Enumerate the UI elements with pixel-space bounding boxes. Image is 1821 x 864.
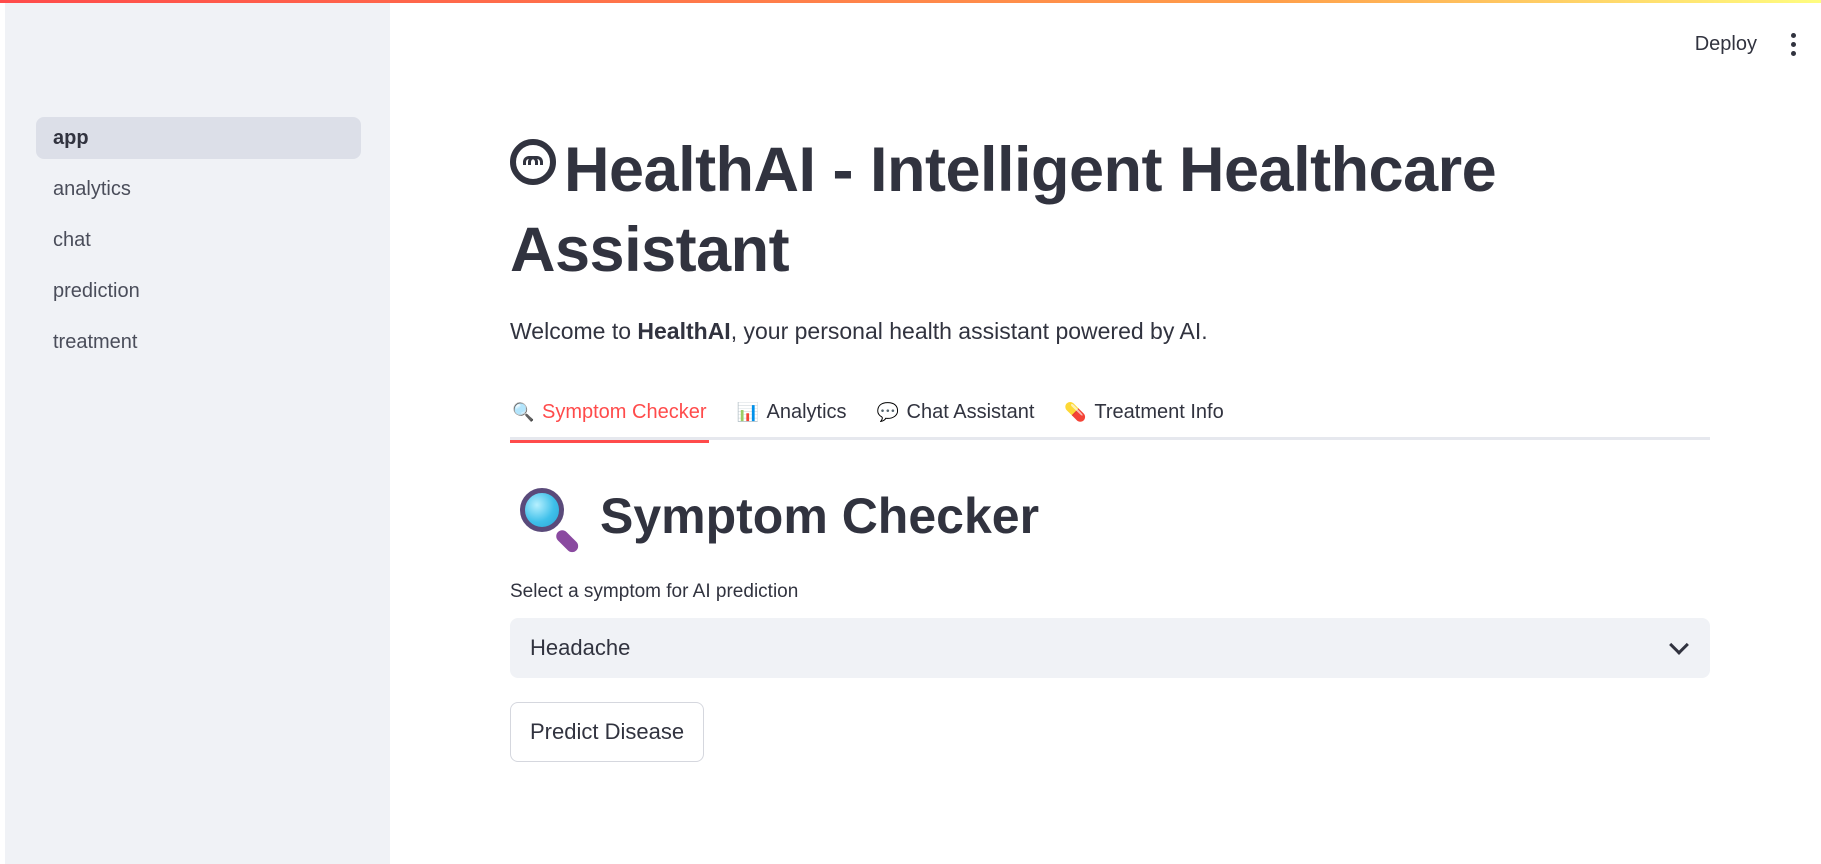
sidebar-nav: app analytics chat prediction treatment (36, 117, 361, 372)
top-decoration-bar (0, 0, 1821, 3)
section-title-text: Symptom Checker (600, 488, 1040, 544)
tab-chat-assistant[interactable]: 💬 Chat Assistant (875, 384, 1037, 440)
symptom-select-value: Headache (530, 635, 631, 660)
symptom-select-label: Select a symptom for AI prediction (510, 581, 799, 602)
page-title-text: HealthAI - Intelligent Healthcare Assist… (510, 135, 1497, 285)
tab-label: Symptom Checker (542, 400, 707, 423)
welcome-text: Welcome to HealthAI, your personal healt… (510, 318, 1208, 345)
section-title: Symptom Checker (510, 486, 1040, 555)
sidebar-item-treatment[interactable]: treatment (36, 321, 361, 363)
tab-label: Chat Assistant (906, 400, 1035, 423)
sidebar-item-app[interactable]: app (36, 117, 361, 159)
welcome-brand: HealthAI (637, 318, 731, 344)
symptom-select[interactable]: Headache (510, 618, 1710, 678)
tab-analytics[interactable]: 📊 Analytics (735, 384, 849, 440)
main-menu-icon[interactable] (1781, 26, 1805, 62)
pill-icon: 💊 (1064, 401, 1087, 422)
tab-bar: 🔍 Symptom Checker 📊 Analytics 💬 Chat Ass… (510, 384, 1710, 443)
smiling-face-icon (510, 139, 556, 185)
tab-label: Treatment Info (1094, 400, 1224, 423)
chevron-down-icon (1669, 635, 1689, 655)
welcome-suffix: , your personal health assistant powered… (730, 318, 1208, 344)
tab-label: Analytics (766, 400, 847, 423)
magnifier-icon: 🔍 (512, 401, 535, 422)
magnifying-glass-icon (518, 486, 581, 555)
sidebar: app analytics chat prediction treatment (5, 0, 390, 864)
predict-disease-button[interactable]: Predict Disease (510, 702, 705, 762)
tab-treatment-info[interactable]: 💊 Treatment Info (1062, 384, 1225, 440)
bar-chart-icon: 📊 (736, 401, 759, 422)
page-title: HealthAI - Intelligent Healthcare Assist… (510, 130, 1560, 290)
header-toolbar: Deploy (1677, 26, 1821, 62)
tab-symptom-checker[interactable]: 🔍 Symptom Checker (510, 384, 709, 443)
speech-bubble-icon: 💬 (876, 401, 899, 422)
sidebar-item-prediction[interactable]: prediction (36, 270, 361, 312)
sidebar-item-chat[interactable]: chat (36, 219, 361, 261)
deploy-button[interactable]: Deploy (1677, 27, 1775, 62)
welcome-prefix: Welcome to (510, 318, 638, 344)
sidebar-item-analytics[interactable]: analytics (36, 168, 361, 210)
